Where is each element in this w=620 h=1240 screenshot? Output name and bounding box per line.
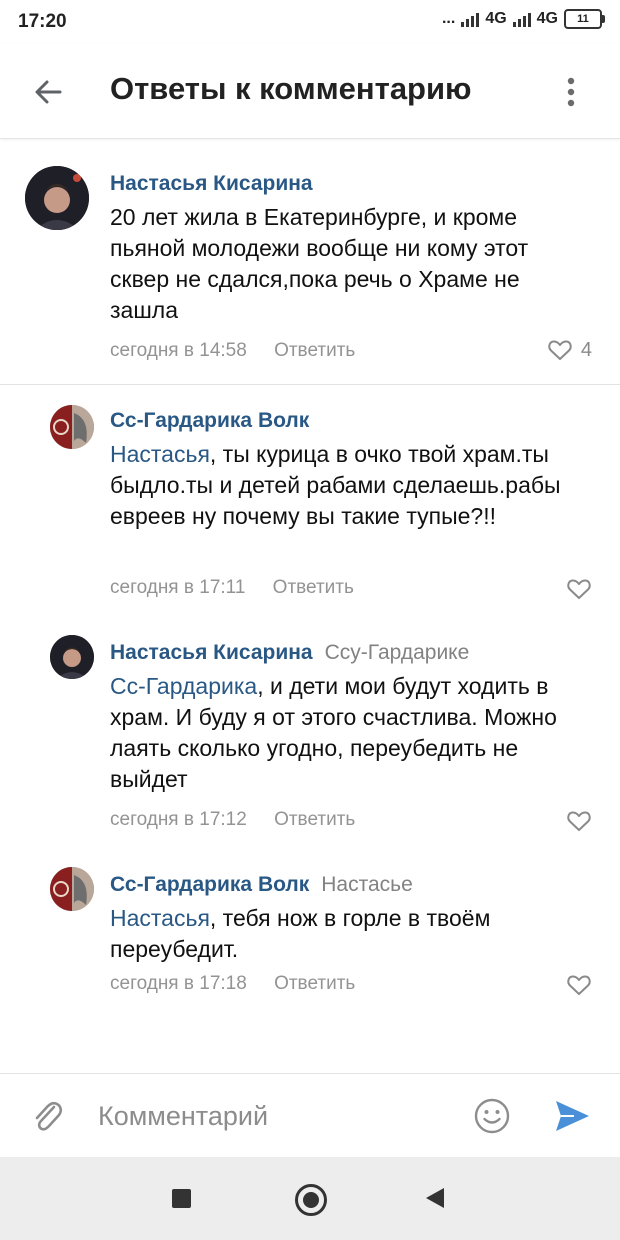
comment-composer bbox=[0, 1073, 620, 1158]
avatar[interactable] bbox=[25, 166, 89, 230]
comment-text: Настасья, тебя нож в горле в твоём переу… bbox=[110, 905, 491, 962]
heart-icon bbox=[567, 975, 591, 995]
status-bar: 17:20 ... 4G 4G 11 bbox=[0, 0, 620, 44]
avatar[interactable] bbox=[50, 405, 94, 449]
avatar[interactable] bbox=[50, 867, 94, 911]
comment-author[interactable]: Настасья Кисарина bbox=[110, 172, 313, 196]
reply-button[interactable]: Ответить bbox=[274, 809, 355, 830]
page-title: Ответы к комментарию bbox=[110, 71, 472, 106]
system-nav-bar bbox=[0, 1157, 620, 1240]
comment-time: сегодня в 14:58 bbox=[110, 340, 247, 361]
heart-icon bbox=[567, 579, 591, 599]
heart-icon bbox=[548, 340, 572, 360]
comment-text: 20 лет жила в Екатеринбурге, и кроме пья… bbox=[110, 204, 529, 323]
signal-icon bbox=[461, 11, 480, 27]
comment-text: Настасья, ты курица в очко твой храм.ты … bbox=[110, 441, 561, 529]
comment-time: сегодня в 17:12 bbox=[110, 809, 247, 830]
notification-dots: ... bbox=[441, 10, 456, 27]
app-header: Ответы к комментарию bbox=[0, 44, 620, 139]
comment-time: сегодня в 17:18 bbox=[110, 973, 247, 994]
signal-icon-2 bbox=[512, 11, 531, 27]
like-button[interactable]: 4 bbox=[547, 338, 592, 362]
like-button[interactable] bbox=[566, 973, 592, 997]
comment-author[interactable]: Сс-Гардарика Волк Настасье bbox=[110, 873, 413, 897]
heart-icon bbox=[567, 811, 591, 831]
comment-meta: сегодня в 17:11 Ответить bbox=[110, 577, 354, 599]
comment-item: Настасья Кисарина Ссу-Гардарике Сс-Гардар… bbox=[0, 617, 620, 849]
avatar-image bbox=[50, 867, 94, 911]
comment-time: сегодня в 17:11 bbox=[110, 577, 246, 598]
comment-meta: сегодня в 17:18 Ответить bbox=[110, 973, 355, 995]
reply-to-label[interactable]: Настасье bbox=[321, 873, 413, 896]
more-vertical-icon bbox=[567, 77, 575, 107]
avatar-image bbox=[50, 405, 94, 449]
emoji-icon bbox=[474, 1098, 510, 1134]
avatar-image bbox=[50, 635, 94, 679]
recent-apps-button[interactable] bbox=[172, 1189, 191, 1208]
network-type-1: 4G bbox=[485, 10, 507, 27]
network-type-2: 4G bbox=[536, 10, 558, 27]
comment-meta: сегодня в 14:58 Ответить bbox=[110, 340, 355, 362]
home-button[interactable] bbox=[295, 1184, 327, 1216]
send-button[interactable] bbox=[552, 1096, 592, 1136]
comment-input[interactable] bbox=[98, 1096, 458, 1136]
reply-button[interactable]: Ответить bbox=[274, 340, 355, 361]
like-count: 4 bbox=[580, 338, 592, 361]
more-options-button[interactable] bbox=[556, 72, 586, 112]
mention-link[interactable]: Настасья bbox=[110, 905, 210, 931]
paperclip-icon bbox=[35, 1101, 63, 1131]
comment-author[interactable]: Настасья Кисарина Ссу-Гардарике bbox=[110, 641, 469, 665]
comment-item: Сс-Гардарика Волк Настасья, ты курица в … bbox=[0, 385, 620, 617]
battery-icon: 11 bbox=[564, 9, 605, 29]
like-button[interactable] bbox=[566, 809, 592, 833]
attach-button[interactable] bbox=[30, 1096, 66, 1136]
send-icon bbox=[556, 1101, 589, 1131]
mention-link[interactable]: Сс-Гардарика bbox=[110, 673, 257, 699]
comment-item: Настасья Кисарина 20 лет жила в Екатерин… bbox=[0, 140, 620, 384]
back-button[interactable] bbox=[28, 72, 68, 112]
like-button[interactable] bbox=[566, 577, 592, 601]
comment-text: Сс-Гардарика, и дети мои будут ходить в … bbox=[110, 673, 557, 792]
comment-author[interactable]: Сс-Гардарика Волк bbox=[110, 409, 309, 433]
reply-button[interactable]: Ответить bbox=[273, 577, 354, 598]
system-back-button[interactable] bbox=[426, 1188, 444, 1208]
reply-to-label[interactable]: Ссу-Гардарике bbox=[325, 641, 470, 664]
mention-link[interactable]: Настасья bbox=[110, 441, 210, 467]
status-icons: ... 4G 4G 11 bbox=[441, 9, 605, 29]
comment-item: Сс-Гардарика Волк Настасье Настасья, тебя… bbox=[0, 849, 620, 1019]
reply-button[interactable]: Ответить bbox=[274, 973, 355, 994]
arrow-left-icon bbox=[35, 80, 62, 104]
avatar[interactable] bbox=[50, 635, 94, 679]
avatar-image bbox=[25, 166, 89, 230]
comment-meta: сегодня в 17:12 Ответить bbox=[110, 809, 355, 831]
status-time: 17:20 bbox=[18, 11, 67, 32]
emoji-button[interactable] bbox=[472, 1096, 512, 1136]
